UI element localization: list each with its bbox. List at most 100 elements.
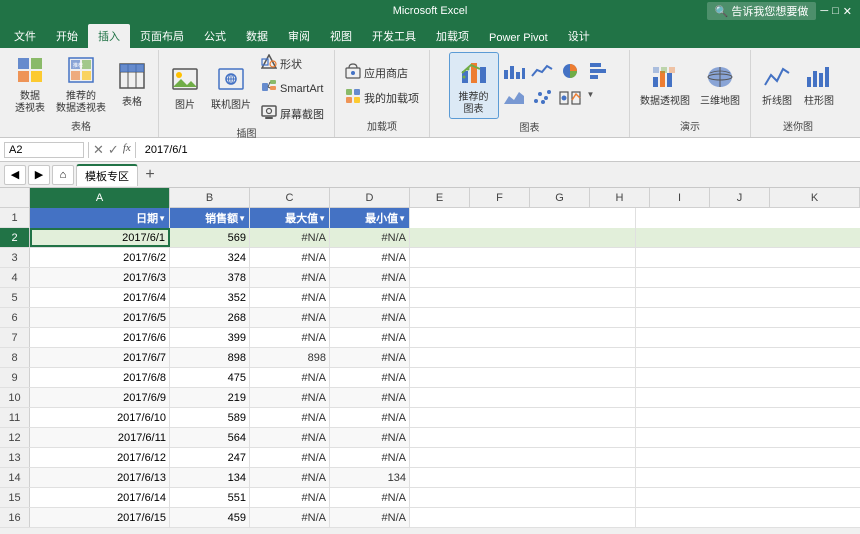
cell-C16[interactable]: #N/A xyxy=(250,508,330,527)
online-image-btn[interactable]: 联机图片 xyxy=(207,63,255,114)
3d-map-btn[interactable]: 三维地图 xyxy=(696,61,744,110)
cell-B10[interactable]: 219 xyxy=(170,388,250,407)
cell-B16[interactable]: 459 xyxy=(170,508,250,527)
col-header-E[interactable]: E xyxy=(410,188,470,208)
col-header-K[interactable]: K xyxy=(770,188,860,208)
cell-B4[interactable]: 378 xyxy=(170,268,250,287)
maximize-btn[interactable]: □ xyxy=(832,5,839,17)
image-btn[interactable]: 图片 xyxy=(165,63,205,114)
pie-chart-btn[interactable] xyxy=(557,60,583,85)
cell-D16[interactable]: #N/A xyxy=(330,508,410,527)
cell-A7[interactable]: 2017/6/6 xyxy=(30,328,170,347)
recommended-pivot-btn[interactable]: 推荐 推荐的数据透视表 xyxy=(52,54,110,117)
name-box[interactable] xyxy=(4,142,84,158)
cell-B9[interactable]: 475 xyxy=(170,368,250,387)
cell-A16[interactable]: 2017/6/15 xyxy=(30,508,170,527)
cell-C11[interactable]: #N/A xyxy=(250,408,330,427)
cell-C2[interactable]: #N/A xyxy=(250,228,330,247)
cell-E1[interactable] xyxy=(410,208,636,228)
cell-D5[interactable]: #N/A xyxy=(330,288,410,307)
cell-A10[interactable]: 2017/6/9 xyxy=(30,388,170,407)
cell-A12[interactable]: 2017/6/11 xyxy=(30,428,170,447)
cell-E7[interactable] xyxy=(410,328,636,347)
tab-formula[interactable]: 公式 xyxy=(194,24,236,48)
cell-C6[interactable]: #N/A xyxy=(250,308,330,327)
cell-E8[interactable] xyxy=(410,348,636,367)
cell-C4[interactable]: #N/A xyxy=(250,268,330,287)
cell-D13[interactable]: #N/A xyxy=(330,448,410,467)
home-tab-btn[interactable]: ⌂ xyxy=(52,165,74,185)
tab-insert[interactable]: 插入 xyxy=(88,24,130,48)
col-D-dropdown[interactable]: ▼ xyxy=(398,214,406,223)
cell-E6[interactable] xyxy=(410,308,636,327)
cell-E15[interactable] xyxy=(410,488,636,507)
cell-A6[interactable]: 2017/6/5 xyxy=(30,308,170,327)
cell-E16[interactable] xyxy=(410,508,636,527)
table-btn[interactable]: 表格 xyxy=(112,60,152,111)
cell-D4[interactable]: #N/A xyxy=(330,268,410,287)
cell-A3[interactable]: 2017/6/2 xyxy=(30,248,170,267)
cell-D14[interactable]: 134 xyxy=(330,468,410,487)
cell-A8[interactable]: 2017/6/7 xyxy=(30,348,170,367)
my-addins-btn[interactable]: 我的加载项 xyxy=(341,86,423,109)
cell-C13[interactable]: #N/A xyxy=(250,448,330,467)
add-sheet-btn[interactable]: + xyxy=(140,165,160,185)
col-header-H[interactable]: H xyxy=(590,188,650,208)
cell-E10[interactable] xyxy=(410,388,636,407)
cell-A14[interactable]: 2017/6/13 xyxy=(30,468,170,487)
chart-dropdown-btn[interactable]: ▼ xyxy=(585,86,597,111)
close-btn[interactable]: ✕ xyxy=(843,5,852,18)
window-controls[interactable]: 🔍 告诉我您想要做 ─ □ ✕ xyxy=(707,0,852,22)
tab-data[interactable]: 数据 xyxy=(236,24,278,48)
cell-D1[interactable]: 最小值 ▼ xyxy=(330,208,410,228)
cell-B5[interactable]: 352 xyxy=(170,288,250,307)
col-header-D[interactable]: D xyxy=(330,188,410,208)
cell-B3[interactable]: 324 xyxy=(170,248,250,267)
line-chart-btn[interactable] xyxy=(529,60,555,85)
tab-powerpivot[interactable]: Power Pivot xyxy=(479,28,558,48)
cell-B8[interactable]: 898 xyxy=(170,348,250,367)
col-header-A[interactable]: A xyxy=(30,188,170,208)
confirm-formula-icon[interactable]: ✓ xyxy=(108,142,119,158)
cell-A9[interactable]: 2017/6/8 xyxy=(30,368,170,387)
cell-C14[interactable]: #N/A xyxy=(250,468,330,487)
tab-file[interactable]: 文件 xyxy=(4,24,46,48)
cell-C10[interactable]: #N/A xyxy=(250,388,330,407)
cell-A5[interactable]: 2017/6/4 xyxy=(30,288,170,307)
tab-design[interactable]: 设计 xyxy=(558,24,600,48)
tab-addins[interactable]: 加载项 xyxy=(426,24,479,48)
cell-A4[interactable]: 2017/6/3 xyxy=(30,268,170,287)
cell-B15[interactable]: 551 xyxy=(170,488,250,507)
cell-A13[interactable]: 2017/6/12 xyxy=(30,448,170,467)
cell-E12[interactable] xyxy=(410,428,636,447)
sheet-tab[interactable]: 模板专区 xyxy=(76,164,138,186)
cell-D8[interactable]: #N/A xyxy=(330,348,410,367)
cell-C3[interactable]: #N/A xyxy=(250,248,330,267)
cell-B6[interactable]: 268 xyxy=(170,308,250,327)
cell-B14[interactable]: 134 xyxy=(170,468,250,487)
tab-dev[interactable]: 开发工具 xyxy=(362,24,426,48)
cell-C1[interactable]: 最大值 ▼ xyxy=(250,208,330,228)
cell-B2[interactable]: 569 xyxy=(170,228,250,247)
cell-C8[interactable]: 898 xyxy=(250,348,330,367)
cell-E4[interactable] xyxy=(410,268,636,287)
col-header-C[interactable]: C xyxy=(250,188,330,208)
cell-A15[interactable]: 2017/6/14 xyxy=(30,488,170,507)
col-header-J[interactable]: J xyxy=(710,188,770,208)
cell-E14[interactable] xyxy=(410,468,636,487)
cell-A11[interactable]: 2017/6/10 xyxy=(30,408,170,427)
insert-function-icon[interactable]: fx xyxy=(123,142,131,158)
cell-E11[interactable] xyxy=(410,408,636,427)
scatter-chart-btn[interactable] xyxy=(529,86,555,111)
col-header-G[interactable]: G xyxy=(530,188,590,208)
cell-D15[interactable]: #N/A xyxy=(330,488,410,507)
shapes-btn[interactable]: 形状 xyxy=(257,52,328,75)
cell-E13[interactable] xyxy=(410,448,636,467)
recommended-charts-btn[interactable]: 推荐的图表 xyxy=(449,52,499,119)
col-A-dropdown[interactable]: ▼ xyxy=(158,214,166,223)
scroll-right-btn[interactable]: ▶ xyxy=(28,165,50,185)
cell-B12[interactable]: 564 xyxy=(170,428,250,447)
cell-B7[interactable]: 399 xyxy=(170,328,250,347)
cell-D7[interactable]: #N/A xyxy=(330,328,410,347)
minimize-btn[interactable]: ─ xyxy=(820,5,828,17)
